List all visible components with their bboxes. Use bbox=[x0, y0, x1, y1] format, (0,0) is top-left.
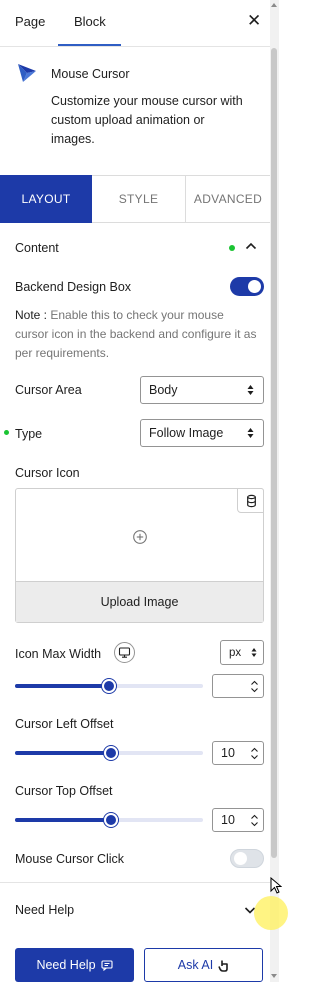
scrollbar-thumb[interactable] bbox=[271, 48, 277, 858]
cursor-icon-upload-box[interactable]: Upload Image bbox=[15, 488, 264, 623]
slider-thumb[interactable] bbox=[102, 679, 116, 693]
cursor-highlight bbox=[254, 896, 288, 930]
slider-fill bbox=[15, 818, 111, 822]
database-icon bbox=[247, 494, 256, 508]
mouse-cursor-click-toggle[interactable] bbox=[230, 849, 264, 868]
scroll-up-arrow-icon[interactable] bbox=[271, 3, 277, 7]
status-dot bbox=[229, 245, 235, 251]
icon-max-width-label: Icon Max Width bbox=[15, 647, 102, 661]
icon-max-width-input[interactable] bbox=[212, 674, 264, 698]
need-help-button-label: Need Help bbox=[36, 958, 96, 972]
type-select[interactable]: Follow Image bbox=[140, 419, 264, 447]
backend-design-box-label: Backend Design Box bbox=[15, 280, 132, 294]
cursor-area-value: Body bbox=[149, 383, 178, 397]
mouse-pointer-icon bbox=[270, 877, 282, 894]
mouse-cursor-click-label: Mouse Cursor Click bbox=[15, 852, 125, 866]
slider-thumb[interactable] bbox=[104, 813, 118, 827]
slider-thumb[interactable] bbox=[104, 746, 118, 760]
add-circle-icon[interactable] bbox=[132, 529, 148, 545]
monitor-icon bbox=[118, 647, 131, 658]
cursor-top-offset-slider[interactable] bbox=[15, 813, 203, 827]
chat-icon bbox=[100, 959, 113, 971]
help-divider bbox=[0, 882, 270, 883]
scrollbar[interactable] bbox=[270, 0, 279, 982]
select-arrows-icon bbox=[247, 385, 254, 395]
widget-title: Mouse Cursor bbox=[51, 67, 130, 81]
type-label: Type bbox=[15, 427, 43, 441]
select-arrows-icon bbox=[251, 648, 257, 657]
select-arrows-icon bbox=[247, 428, 254, 438]
tab-block[interactable]: Block bbox=[74, 14, 106, 29]
chevron-up-icon[interactable] bbox=[245, 241, 257, 251]
tab-advanced[interactable]: ADVANCED bbox=[185, 176, 270, 222]
widget-description: Customize your mouse cursor with custom … bbox=[51, 94, 243, 146]
ask-ai-button-label: Ask AI bbox=[177, 958, 214, 972]
unit-value: px bbox=[229, 646, 242, 659]
cursor-logo-icon bbox=[18, 64, 36, 82]
backend-design-box-toggle[interactable] bbox=[230, 277, 264, 296]
icon-max-width-slider[interactable] bbox=[15, 679, 203, 693]
number-spinner-icon[interactable] bbox=[250, 746, 259, 761]
ask-ai-button[interactable]: Ask AI bbox=[144, 948, 263, 982]
cursor-left-offset-label: Cursor Left Offset bbox=[15, 717, 114, 731]
tab-layout[interactable]: LAYOUT bbox=[0, 175, 92, 223]
slider-fill bbox=[15, 684, 109, 688]
need-help-button[interactable]: Need Help bbox=[15, 948, 134, 982]
block-settings-panel: Page Block ✕ Mouse Cursor Customize your… bbox=[0, 0, 288, 982]
type-status-dot bbox=[4, 430, 9, 435]
cursor-area-label: Cursor Area bbox=[15, 383, 82, 397]
close-icon[interactable]: ✕ bbox=[247, 12, 261, 29]
cursor-left-offset-slider[interactable] bbox=[15, 746, 203, 760]
toggle-knob bbox=[248, 280, 261, 293]
cursor-left-offset-input[interactable]: 10 bbox=[212, 741, 264, 765]
dynamic-source-button[interactable] bbox=[237, 488, 264, 513]
cursor-icon-label: Cursor Icon bbox=[15, 466, 80, 480]
slider-fill bbox=[15, 751, 111, 755]
cursor-left-offset-value: 10 bbox=[221, 746, 235, 760]
upload-image-button[interactable]: Upload Image bbox=[16, 581, 263, 622]
unit-select[interactable]: px bbox=[220, 640, 264, 665]
scroll-down-arrow-icon[interactable] bbox=[271, 974, 277, 978]
toggle-knob bbox=[234, 852, 247, 865]
content-section-heading: Content bbox=[15, 241, 59, 255]
backend-note: Note : Enable this to check your mouse c… bbox=[15, 306, 260, 363]
section-tabs: LAYOUT STYLE ADVANCED bbox=[0, 175, 270, 223]
note-text: Enable this to check your mouse cursor i… bbox=[15, 308, 257, 360]
cursor-top-offset-label: Cursor Top Offset bbox=[15, 784, 113, 798]
cursor-area-select[interactable]: Body bbox=[140, 376, 264, 404]
tab-style[interactable]: STYLE bbox=[92, 176, 185, 222]
header-divider bbox=[0, 46, 270, 47]
type-value: Follow Image bbox=[149, 426, 224, 440]
number-spinner-icon[interactable] bbox=[250, 679, 259, 694]
note-prefix: Note : bbox=[15, 308, 48, 322]
need-help-heading[interactable]: Need Help bbox=[15, 903, 74, 917]
hand-pointer-icon bbox=[218, 960, 229, 972]
responsive-device-button[interactable] bbox=[114, 642, 135, 663]
cursor-top-offset-value: 10 bbox=[221, 813, 235, 827]
tab-page[interactable]: Page bbox=[15, 14, 45, 29]
number-spinner-icon[interactable] bbox=[250, 813, 259, 828]
cursor-top-offset-input[interactable]: 10 bbox=[212, 808, 264, 832]
